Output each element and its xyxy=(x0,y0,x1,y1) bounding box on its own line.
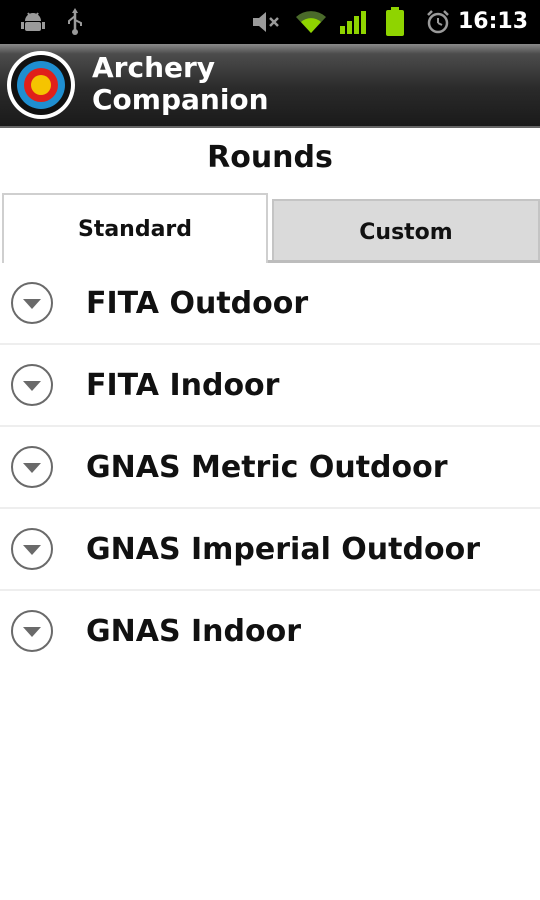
list-item-label: GNAS Metric Outdoor xyxy=(86,450,448,485)
expand-icon[interactable] xyxy=(10,445,54,489)
mute-icon xyxy=(250,0,282,44)
tab-custom[interactable]: Custom xyxy=(272,199,540,263)
app-title-line2: Companion xyxy=(92,83,269,116)
list-item-label: GNAS Indoor xyxy=(86,614,302,649)
android-debug-icon xyxy=(18,0,48,44)
signal-icon xyxy=(338,0,368,44)
app-title: Archery Companion xyxy=(92,52,392,116)
list-item-label: FITA Outdoor xyxy=(86,286,309,321)
expand-icon[interactable] xyxy=(10,609,54,653)
expand-icon[interactable] xyxy=(10,363,54,407)
list-item-gnas-indoor[interactable]: GNAS Indoor xyxy=(0,591,540,673)
list-item-label: FITA Indoor xyxy=(86,368,280,403)
list-item-fita-indoor[interactable]: FITA Indoor xyxy=(0,345,540,427)
expand-icon[interactable] xyxy=(10,281,54,325)
page-title: Rounds xyxy=(207,140,333,175)
app-title-line1: Archery xyxy=(92,51,216,84)
rounds-list: FITA Outdoor FITA Indoor GNAS Metric Out… xyxy=(0,263,540,673)
list-item-gnas-imperial-outdoor[interactable]: GNAS Imperial Outdoor xyxy=(0,509,540,591)
tab-bar: Standard Custom xyxy=(0,193,540,263)
alarm-icon xyxy=(424,0,452,44)
expand-icon[interactable] xyxy=(10,527,54,571)
status-time: 16:13 xyxy=(457,9,528,34)
list-item-fita-outdoor[interactable]: FITA Outdoor xyxy=(0,263,540,345)
list-item-gnas-metric-outdoor[interactable]: GNAS Metric Outdoor xyxy=(0,427,540,509)
archery-target-icon[interactable] xyxy=(6,50,76,120)
usb-icon xyxy=(62,0,88,44)
tab-standard[interactable]: Standard xyxy=(2,193,268,263)
status-bar: 16:13 xyxy=(0,0,540,44)
battery-icon xyxy=(382,0,408,44)
app-title-bar: Archery Companion xyxy=(0,44,540,128)
list-item-label: GNAS Imperial Outdoor xyxy=(86,532,480,567)
wifi-icon xyxy=(294,0,328,44)
